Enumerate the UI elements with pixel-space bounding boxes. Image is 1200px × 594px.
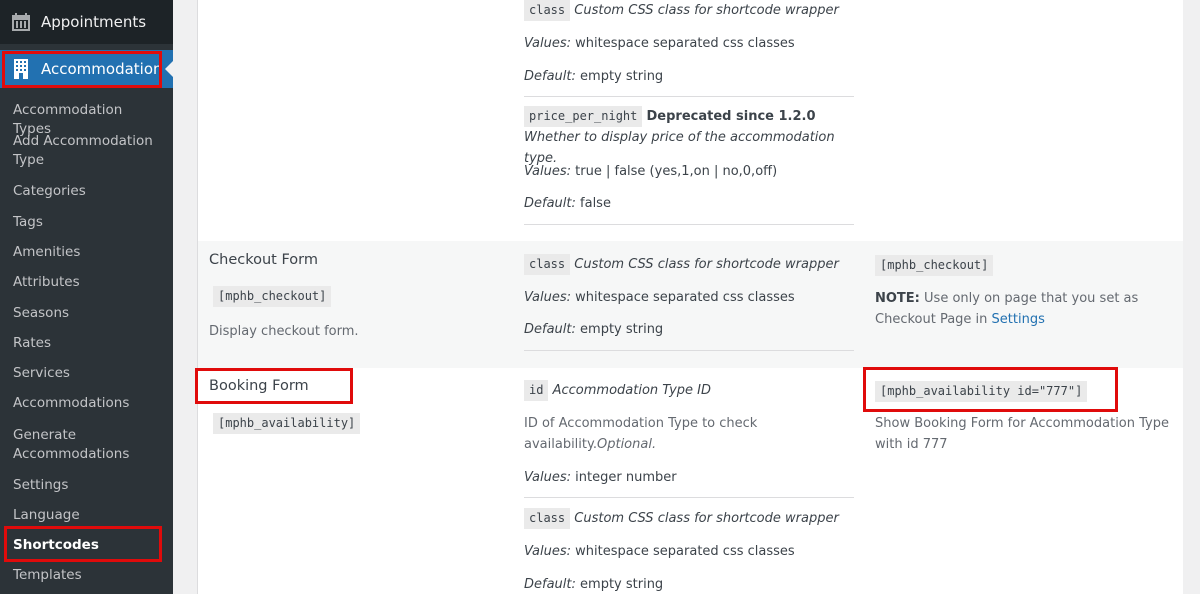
- values-text: whitespace separated css classes: [575, 290, 795, 305]
- param-divider: [524, 224, 854, 225]
- submenu-item-services[interactable]: Services: [13, 364, 163, 383]
- values-label: Values:: [524, 470, 572, 485]
- param-name: class: [524, 0, 571, 21]
- submenu-item-seasons[interactable]: Seasons: [13, 304, 163, 323]
- param-values: Values: whitespace separated css classes: [524, 541, 795, 562]
- param-name: class: [524, 254, 571, 275]
- shortcode-row-checkout-form: Checkout Form [mphb_checkout] Display ch…: [198, 241, 1183, 368]
- optional-label: Optional.: [596, 437, 657, 452]
- default-text: empty string: [580, 69, 664, 84]
- param-details: ID of Accommodation Type to check availa…: [524, 413, 774, 455]
- param-description: Custom CSS class for shortcode wrapper: [574, 511, 839, 526]
- param-name: id: [524, 380, 549, 401]
- default-label: Default:: [524, 196, 576, 211]
- param-divider: [524, 96, 854, 97]
- shortcode-row-previous: class Custom CSS class for shortcode wra…: [198, 0, 1183, 241]
- param-description: Custom CSS class for shortcode wrapper: [574, 3, 839, 18]
- values-text: whitespace separated css classes: [575, 36, 795, 51]
- param-description: Custom CSS class for shortcode wrapper: [574, 257, 839, 272]
- submenu-item-language[interactable]: Language: [13, 506, 163, 525]
- values-label: Values:: [524, 36, 572, 51]
- param-divider: [524, 497, 854, 498]
- param-values: Values: whitespace separated css classes: [524, 33, 795, 54]
- param-default: Default: empty string: [524, 66, 663, 87]
- values-label: Values:: [524, 164, 572, 179]
- param-price-per-night: price_per_night Deprecated since 1.2.0 W…: [524, 106, 856, 169]
- param-values: Values: true | false (yes,1,on | no,0,of…: [524, 161, 777, 182]
- param-default: Default: empty string: [524, 319, 663, 340]
- calendar-icon: [10, 11, 32, 33]
- submenu-item-amenities[interactable]: Amenities: [13, 243, 163, 262]
- example-code: [mphb_availability id="777"]: [875, 380, 1088, 402]
- submenu-item-categories[interactable]: Categories: [13, 182, 163, 201]
- param-class: class Custom CSS class for shortcode wra…: [524, 508, 854, 529]
- param-default: Default: false: [524, 193, 611, 214]
- param-name: class: [524, 508, 571, 529]
- param-values: Values: integer number: [524, 467, 677, 488]
- param-name: price_per_night: [524, 106, 643, 127]
- param-id: id Accommodation Type ID: [524, 380, 854, 401]
- default-text: false: [580, 196, 611, 211]
- submenu-item-tags[interactable]: Tags: [13, 213, 163, 232]
- menu-item-label: Appointments: [41, 13, 147, 31]
- menu-item-appointments[interactable]: Appointments: [0, 0, 173, 44]
- param-values: Values: whitespace separated css classes: [524, 287, 795, 308]
- example-shortcode[interactable]: [mphb_availability id="777"]: [875, 381, 1088, 402]
- shortcode-code: [mphb_availability]: [213, 412, 361, 434]
- default-label: Default:: [524, 69, 576, 84]
- default-text: empty string: [580, 577, 664, 592]
- submenu-item-templates[interactable]: Templates: [13, 566, 163, 585]
- shortcode-code: [mphb_checkout]: [213, 285, 332, 307]
- deprecated-label: Deprecated since 1.2.0: [646, 109, 816, 124]
- admin-sidebar: Appointments Accommodation Accommodation…: [0, 0, 173, 594]
- example-description: Show Booking Form for Accommodation Type…: [875, 416, 1169, 452]
- current-menu-arrow: [165, 61, 173, 77]
- values-text: true | false (yes,1,on | no,0,off): [575, 164, 778, 179]
- values-text: integer number: [575, 470, 677, 485]
- default-label: Default:: [524, 322, 576, 337]
- shortcode-description: Display checkout form.: [209, 324, 359, 339]
- shortcode-title: Checkout Form: [209, 252, 318, 268]
- shortcodes-table: class Custom CSS class for shortcode wra…: [195, 0, 1183, 594]
- submenu-item-add-accommodation-type[interactable]: Add Accommodation Type: [13, 132, 163, 170]
- example-shortcode[interactable]: [mphb_checkout]: [875, 255, 994, 276]
- example-note: NOTE: Use only on page that you set as C…: [875, 288, 1165, 330]
- param-description: Accommodation Type ID: [552, 383, 711, 398]
- building-icon: [10, 58, 32, 80]
- submenu-item-generate-accommodations[interactable]: Generate Accommodations: [13, 426, 163, 464]
- values-label: Values:: [524, 290, 572, 305]
- shortcode-tag[interactable]: [mphb_checkout]: [213, 286, 332, 307]
- param-class: class Custom CSS class for shortcode wra…: [524, 254, 854, 275]
- submenu-item-attributes[interactable]: Attributes: [13, 273, 163, 292]
- default-text: empty string: [580, 322, 664, 337]
- default-label: Default:: [524, 577, 576, 592]
- shortcode-tag[interactable]: [mphb_availability]: [213, 413, 361, 434]
- values-text: whitespace separated css classes: [575, 544, 795, 559]
- menu-item-accommodation[interactable]: Accommodation: [0, 50, 173, 88]
- submenu-item-accommodations[interactable]: Accommodations: [13, 394, 163, 413]
- submenu-item-settings[interactable]: Settings: [13, 476, 163, 495]
- param-divider: [524, 350, 854, 351]
- submenu-item-rates[interactable]: Rates: [13, 334, 163, 353]
- settings-link[interactable]: Settings: [992, 312, 1045, 327]
- submenu-item-shortcodes[interactable]: Shortcodes: [13, 536, 163, 555]
- example-code: [mphb_checkout]: [875, 254, 994, 276]
- values-label: Values:: [524, 544, 572, 559]
- shortcode-row-booking-form: Booking Form [mphb_availability] id Acco…: [195, 367, 1183, 594]
- param-default: Default: empty string: [524, 574, 663, 594]
- param-class: class Custom CSS class for shortcode wra…: [524, 0, 854, 21]
- note-label: NOTE:: [875, 291, 920, 306]
- menu-item-label: Accommodation: [41, 60, 163, 78]
- shortcode-title: Booking Form: [209, 378, 309, 394]
